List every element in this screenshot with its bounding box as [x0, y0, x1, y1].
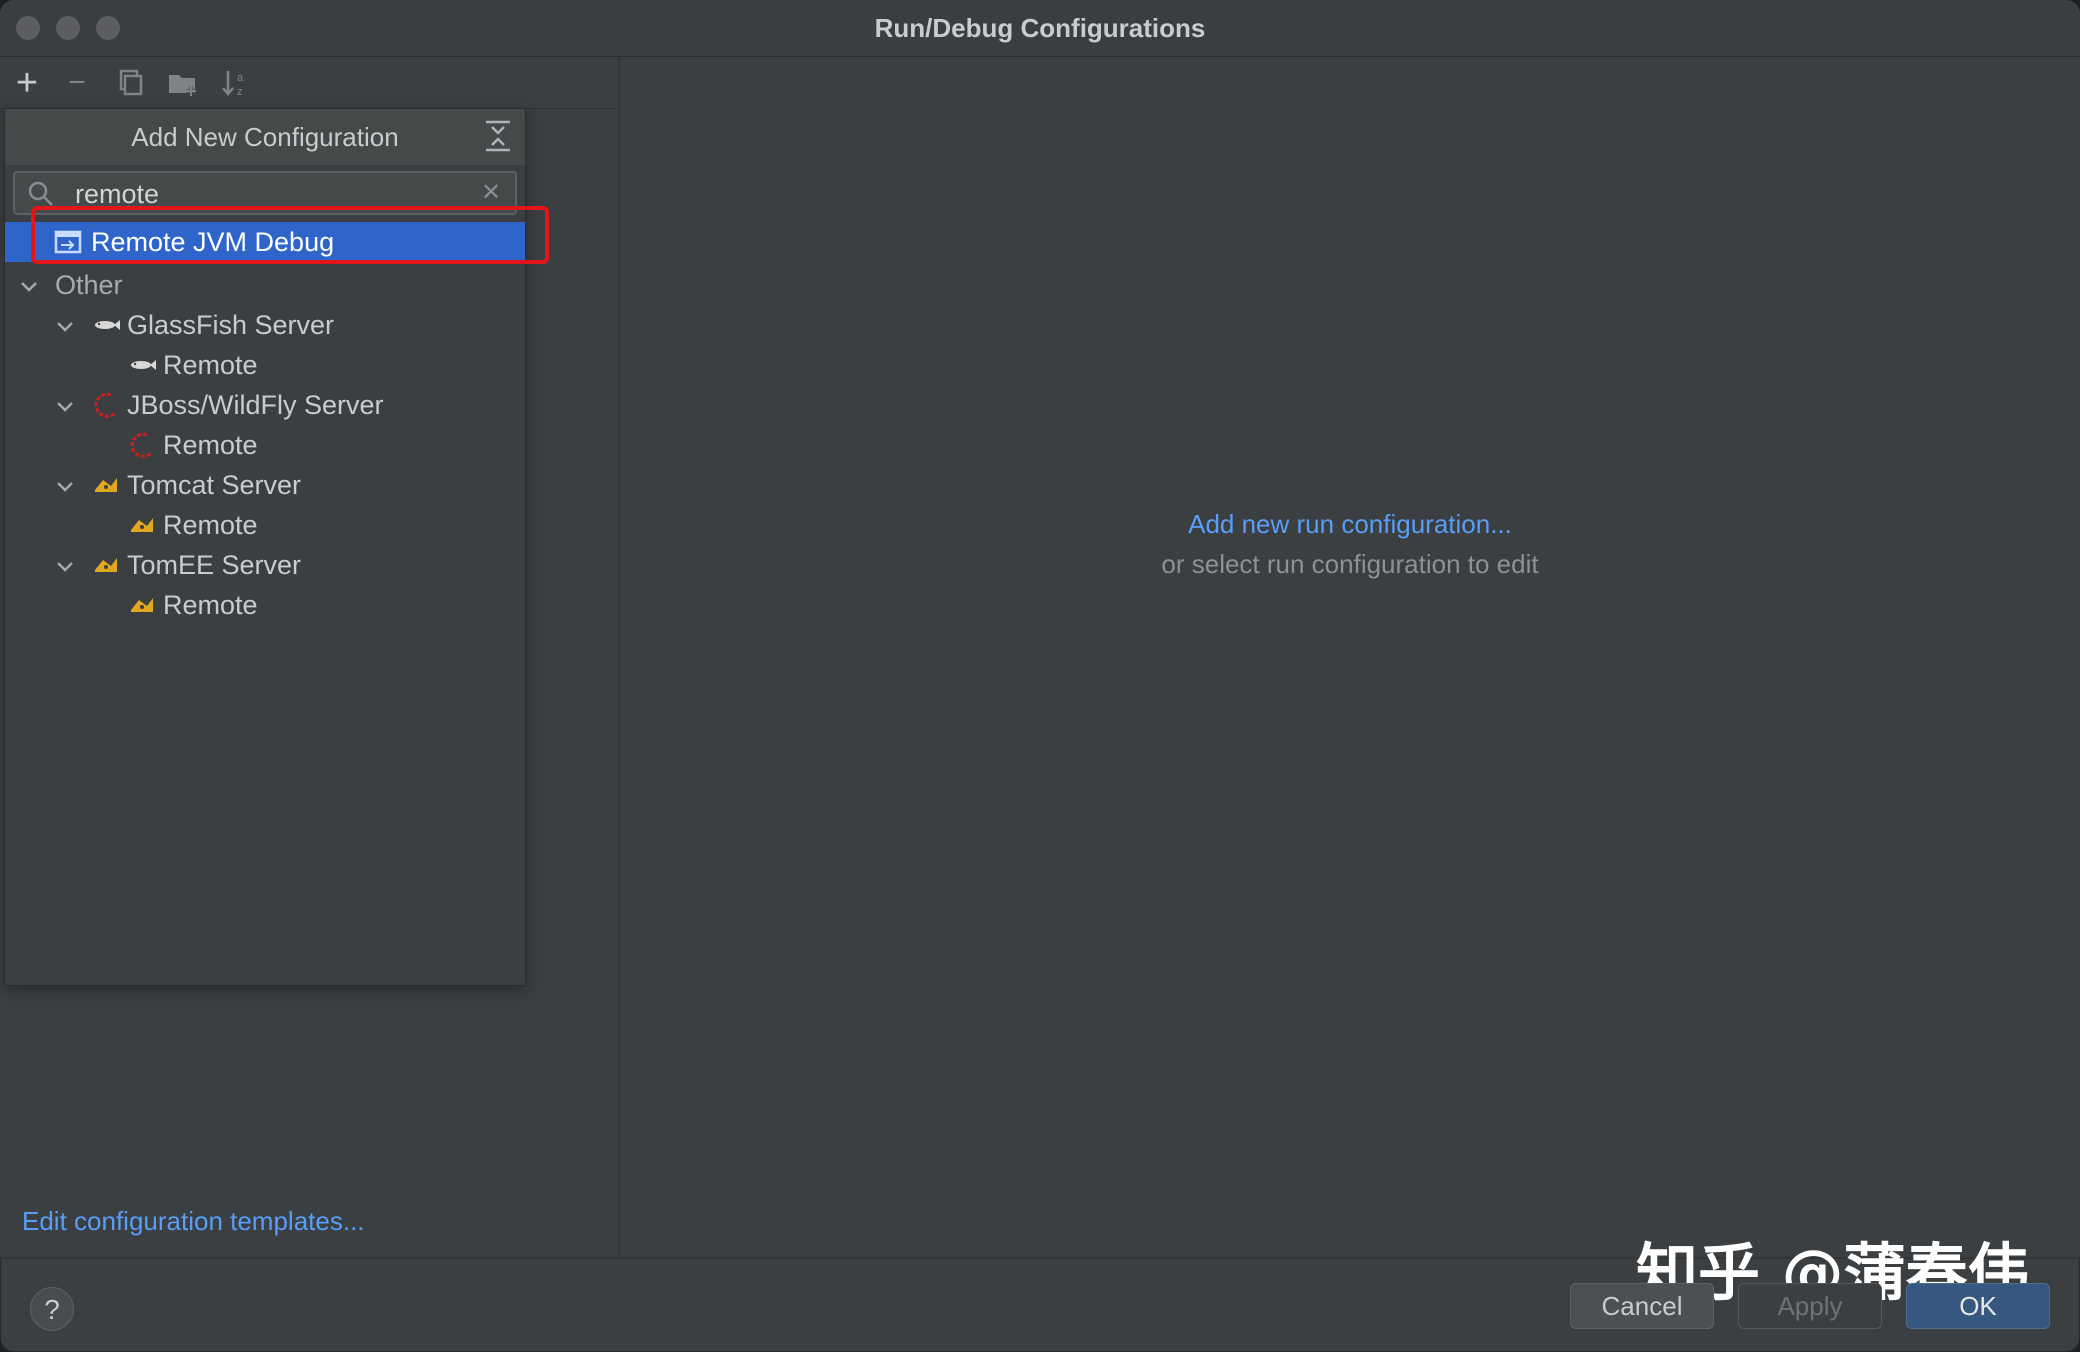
help-button[interactable]: ?: [30, 1287, 74, 1331]
list-item-label: Remote JVM Debug: [91, 227, 335, 257]
select-configuration-hint: or select run configuration to edit: [1161, 549, 1539, 579]
search-input[interactable]: remote ✕: [13, 171, 517, 215]
tomee-icon: [131, 598, 153, 612]
ok-button[interactable]: OK: [1906, 1283, 2050, 1329]
popup-title: Add New Configuration: [5, 109, 525, 165]
tomee-icon: [95, 558, 117, 572]
glassfish-icon: [95, 320, 120, 330]
tree-item-tomcat-server[interactable]: Tomcat Server: [127, 465, 301, 505]
tree-group-other[interactable]: Other: [55, 265, 123, 305]
svg-text:a: a: [237, 72, 244, 84]
chevron-down-icon[interactable]: [55, 557, 75, 577]
tree-item-glassfish-server[interactable]: GlassFish Server: [127, 305, 334, 345]
remove-icon[interactable]: −: [60, 66, 94, 100]
tomcat-icon: [131, 518, 153, 532]
copy-icon[interactable]: [112, 66, 146, 100]
tree-item-tomcat-remote[interactable]: Remote: [163, 505, 258, 545]
list-item-remote-jvm-debug[interactable]: Remote JVM Debug: [5, 222, 525, 262]
configuration-editor-panel: Add new run configuration... or select r…: [620, 57, 2080, 1257]
add-new-run-configuration-link[interactable]: Add new run configuration...: [620, 509, 2080, 540]
tree-item-tomee-server[interactable]: TomEE Server: [127, 545, 301, 585]
jboss-icon: [130, 432, 153, 458]
folder-icon[interactable]: [166, 66, 200, 100]
tomcat-icon: [95, 478, 117, 492]
title-bar: Run/Debug Configurations: [0, 0, 2080, 57]
jboss-icon: [94, 392, 117, 418]
window-title: Run/Debug Configurations: [874, 13, 1206, 43]
sort-icon[interactable]: az: [218, 66, 252, 100]
chevron-down-icon[interactable]: [55, 317, 75, 337]
edit-configuration-templates-link[interactable]: Edit configuration templates...: [22, 1206, 365, 1237]
chevron-down-icon[interactable]: [55, 477, 75, 497]
chevron-down-icon[interactable]: [19, 277, 39, 297]
add-new-configuration-popup: Add New Configuration remote ✕ Remote JV…: [4, 108, 549, 986]
tree-item-tomee-remote[interactable]: Remote: [163, 585, 258, 625]
chevron-down-icon[interactable]: [55, 397, 75, 417]
add-icon[interactable]: +: [10, 64, 44, 102]
search-value: remote: [75, 179, 160, 209]
remote-debug-icon: [54, 230, 82, 254]
tree-item-glassfish-remote[interactable]: Remote: [163, 345, 258, 385]
tree-item-jboss-remote[interactable]: Remote: [163, 425, 258, 465]
run-debug-configurations-window: Run/Debug Configurations + − az Add New …: [0, 0, 2080, 1352]
tree-item-jboss-server[interactable]: JBoss/WildFly Server: [127, 385, 384, 425]
glassfish-icon: [131, 360, 156, 370]
collapse-all-icon[interactable]: [481, 117, 515, 157]
search-icon: [28, 181, 53, 206]
clear-search-icon[interactable]: ✕: [477, 179, 505, 207]
apply-button[interactable]: Apply: [1738, 1283, 1882, 1329]
svg-text:z: z: [237, 86, 243, 98]
cancel-button[interactable]: Cancel: [1570, 1283, 1714, 1329]
